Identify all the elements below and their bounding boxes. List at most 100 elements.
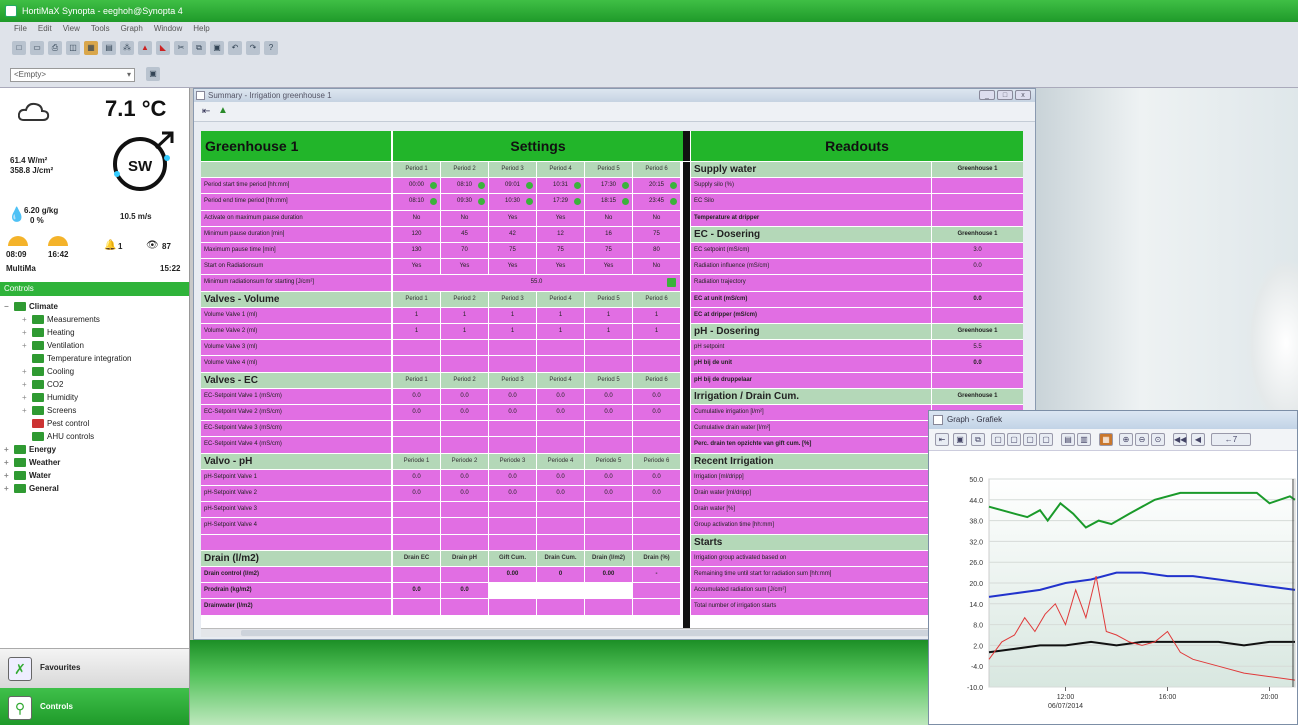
- print-icon[interactable]: ⎙: [48, 41, 62, 55]
- view4-icon[interactable]: ▢: [1039, 433, 1053, 446]
- cell-value[interactable]: 0.0: [585, 469, 632, 485]
- tree-item[interactable]: + Weather: [4, 456, 189, 469]
- cell-value[interactable]: [633, 534, 680, 550]
- copy-icon[interactable]: ⧉: [971, 433, 985, 446]
- help-icon[interactable]: ?: [264, 41, 278, 55]
- cell-value[interactable]: 0.0: [585, 405, 632, 421]
- cell-value[interactable]: 0.0: [537, 388, 584, 404]
- tree-item[interactable]: + Water: [4, 469, 189, 482]
- view3-icon[interactable]: ▢: [1023, 433, 1037, 446]
- cell-value[interactable]: [537, 421, 584, 437]
- cell-value[interactable]: 0.0: [393, 469, 440, 485]
- cell-value[interactable]: Yes: [489, 210, 536, 226]
- cell-value[interactable]: [393, 437, 440, 453]
- cell-value[interactable]: 1: [585, 307, 632, 323]
- cell-value[interactable]: 75: [633, 226, 680, 242]
- tree-item[interactable]: + CO2: [4, 378, 189, 391]
- zoom-in-icon[interactable]: ⊕: [1119, 433, 1133, 446]
- tree-item[interactable]: + Measurements: [4, 313, 189, 326]
- cell-value[interactable]: [393, 356, 440, 372]
- open-folder-icon[interactable]: ▭: [30, 41, 44, 55]
- expand-icon[interactable]: +: [4, 456, 12, 469]
- tree-item[interactable]: + Heating: [4, 326, 189, 339]
- cell-value[interactable]: 1: [537, 307, 584, 323]
- bell-icon[interactable]: 🔔: [104, 240, 116, 251]
- tree-item[interactable]: AHU controls: [4, 430, 189, 443]
- paste-icon[interactable]: ▣: [210, 41, 224, 55]
- new-file-icon[interactable]: □: [12, 41, 26, 55]
- cell-value[interactable]: 0.0: [393, 388, 440, 404]
- cell-value[interactable]: 42: [489, 226, 536, 242]
- cell-value[interactable]: 1: [393, 307, 440, 323]
- expand-icon[interactable]: −: [4, 300, 12, 313]
- cell-value[interactable]: 80: [633, 243, 680, 259]
- cell-value[interactable]: 1: [633, 307, 680, 323]
- cell-value[interactable]: 1: [489, 307, 536, 323]
- cell-value[interactable]: 0.0: [585, 486, 632, 502]
- cell-value[interactable]: [441, 518, 488, 534]
- cell-value[interactable]: [441, 437, 488, 453]
- cell-value[interactable]: [537, 518, 584, 534]
- cell-value[interactable]: [633, 518, 680, 534]
- cell-value[interactable]: Yes: [537, 259, 584, 275]
- cell-value[interactable]: 0.0: [489, 388, 536, 404]
- bar-chart-icon[interactable]: ▦: [1099, 433, 1113, 446]
- tree-item[interactable]: + Humidity: [4, 391, 189, 404]
- tree-item[interactable]: + Ventilation: [4, 339, 189, 352]
- expand-icon[interactable]: +: [22, 326, 30, 339]
- zoom-out-icon[interactable]: ⊖: [1135, 433, 1149, 446]
- view1-icon[interactable]: ▢: [991, 433, 1005, 446]
- cell-value[interactable]: No: [441, 210, 488, 226]
- cell-value[interactable]: 0.0: [393, 583, 440, 599]
- cell-value[interactable]: 75: [537, 243, 584, 259]
- period-back-icon[interactable]: ←7: [1211, 433, 1251, 446]
- cell-value[interactable]: Yes: [393, 259, 440, 275]
- cell-value[interactable]: [489, 583, 536, 599]
- cell-value[interactable]: No: [633, 259, 680, 275]
- cell-value[interactable]: 1: [441, 324, 488, 340]
- cell-value[interactable]: 1: [537, 324, 584, 340]
- cell-value[interactable]: 0.0: [393, 486, 440, 502]
- cell-value[interactable]: [489, 518, 536, 534]
- cell-value[interactable]: [585, 502, 632, 518]
- cell-value[interactable]: Yes: [489, 259, 536, 275]
- chart-icon[interactable]: ⁂: [120, 41, 134, 55]
- cell-value[interactable]: [585, 518, 632, 534]
- cell-value[interactable]: [585, 583, 632, 599]
- cell-value[interactable]: [489, 502, 536, 518]
- tree-item[interactable]: + General: [4, 482, 189, 495]
- cell-value[interactable]: 0.0: [441, 388, 488, 404]
- menu-window[interactable]: Window: [154, 22, 182, 36]
- cell-value[interactable]: [393, 518, 440, 534]
- cell-value[interactable]: 0.00: [489, 567, 536, 583]
- cell-value[interactable]: [537, 599, 584, 615]
- cell-value[interactable]: 0.0: [537, 486, 584, 502]
- cell-value[interactable]: 0.0: [393, 405, 440, 421]
- view2-icon[interactable]: ▢: [1007, 433, 1021, 446]
- tree-item[interactable]: Temperature integration: [4, 352, 189, 365]
- cell-value[interactable]: 0.0: [489, 486, 536, 502]
- graph-icon[interactable]: ▲: [218, 105, 228, 116]
- cell-value[interactable]: [633, 502, 680, 518]
- expand-icon[interactable]: +: [22, 391, 30, 404]
- tree-item[interactable]: + Cooling: [4, 365, 189, 378]
- cell-value[interactable]: [441, 421, 488, 437]
- cell-value[interactable]: [537, 356, 584, 372]
- cell-value[interactable]: [585, 421, 632, 437]
- cell-value[interactable]: [393, 421, 440, 437]
- cell-value[interactable]: [393, 534, 440, 550]
- cell-value[interactable]: [633, 340, 680, 356]
- cell-value[interactable]: [489, 356, 536, 372]
- cell-value[interactable]: [585, 356, 632, 372]
- cell-value[interactable]: [537, 583, 584, 598]
- cut-icon[interactable]: ✂: [174, 41, 188, 55]
- cell-value[interactable]: 75: [585, 243, 632, 259]
- cell-value[interactable]: [441, 567, 488, 583]
- cell-value[interactable]: Yes: [585, 259, 632, 275]
- cell-value[interactable]: [633, 583, 680, 599]
- tree-item[interactable]: + Screens: [4, 404, 189, 417]
- cell-value[interactable]: 75: [489, 243, 536, 259]
- cell-value[interactable]: 0.0: [441, 583, 488, 599]
- graph-icon[interactable]: ▦: [84, 41, 98, 55]
- cell-value[interactable]: [633, 421, 680, 437]
